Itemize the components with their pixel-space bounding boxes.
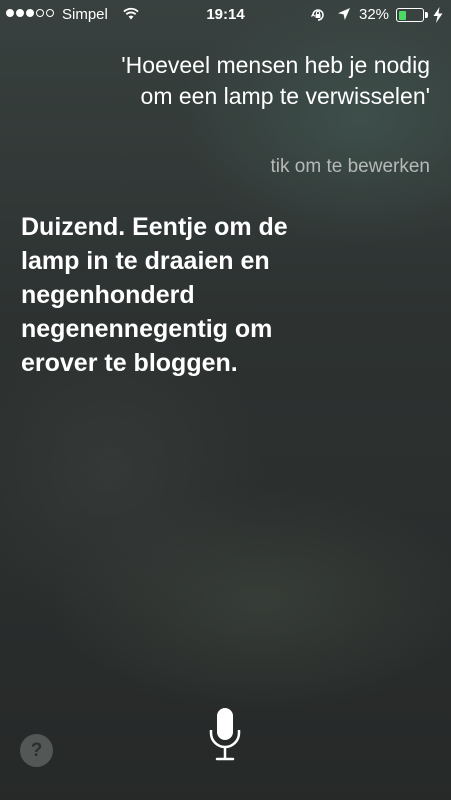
blurred-background — [0, 0, 451, 800]
battery-percent: 32% — [359, 6, 390, 23]
orientation-lock-icon — [310, 7, 326, 27]
status-bar: Simpel 19:14 32% — [0, 0, 451, 30]
tap-to-edit-hint[interactable]: tik om te bewerken — [271, 155, 430, 179]
help-button[interactable]: ? — [20, 734, 53, 767]
battery-level-fill — [398, 10, 406, 20]
battery-tip — [425, 12, 428, 18]
microphone-button[interactable] — [205, 706, 245, 766]
siri-answer-text: Duizend. Eentje om de lamp in te draaien… — [21, 213, 288, 377]
charging-bolt-icon — [433, 7, 443, 27]
location-arrow-icon — [337, 7, 351, 25]
battery-icon — [396, 8, 424, 22]
question-mark-icon: ? — [30, 740, 43, 761]
microphone-icon — [209, 708, 241, 761]
siri-query-text[interactable]: 'Hoeveel mensen heb je nodig om een lamp… — [100, 50, 430, 112]
